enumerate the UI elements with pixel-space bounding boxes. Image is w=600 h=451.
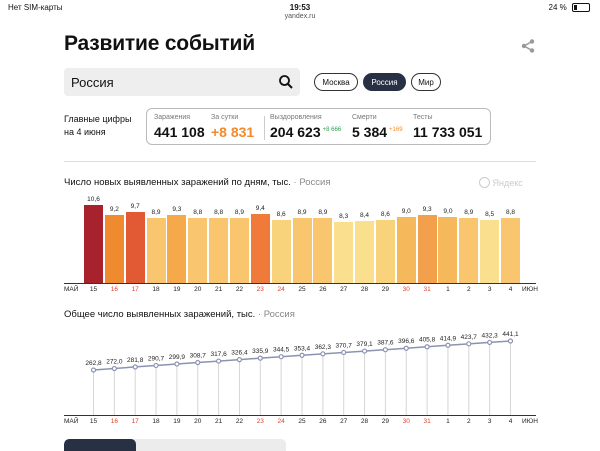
data-point-24[interactable]: [278, 354, 284, 360]
point-value-label: 353,4: [294, 345, 311, 352]
point-value-label: 405,8: [419, 337, 436, 344]
point-value-label: 326,4: [231, 350, 248, 357]
point-value-label: 441,1: [502, 331, 519, 338]
data-point-22[interactable]: [236, 357, 243, 363]
data-point-26[interactable]: [320, 351, 326, 357]
point-value-label: 414,9: [440, 335, 457, 342]
data-point-20[interactable]: [195, 359, 201, 366]
data-point-18[interactable]: [153, 362, 159, 369]
data-point-29[interactable]: [382, 347, 388, 353]
total-chart-axis: [64, 415, 536, 416]
x-tick-label: 27: [340, 418, 348, 425]
data-point-25[interactable]: [299, 352, 305, 358]
data-point-15[interactable]: [90, 367, 97, 373]
bottom-tab-inactive[interactable]: [136, 439, 286, 451]
month-start-label: МАЙ: [64, 418, 79, 425]
data-point-3[interactable]: [487, 339, 493, 346]
data-point-17[interactable]: [132, 364, 138, 370]
x-tick-label: 20: [194, 418, 202, 425]
x-tick-label: 17: [131, 418, 139, 425]
x-tick-label: 30: [402, 418, 410, 425]
point-value-label: 299,9: [169, 354, 186, 361]
x-tick-label: 4: [508, 418, 513, 425]
data-point-4[interactable]: [507, 338, 514, 344]
x-tick-label: 2: [466, 418, 471, 425]
data-point-28[interactable]: [361, 348, 368, 354]
point-value-label: 344,5: [273, 347, 290, 354]
data-point-21[interactable]: [216, 358, 222, 364]
data-point-30[interactable]: [403, 345, 409, 351]
point-value-label: 317,6: [210, 351, 227, 358]
point-value-label: 370,7: [336, 342, 353, 349]
x-tick-label: 3: [487, 418, 492, 425]
x-tick-label: 15: [89, 418, 98, 425]
data-point-31[interactable]: [424, 344, 430, 350]
total-cases-line-chart: 262,8 272,0 281,8 290,7 299,9 308,7 317,6 326,4…: [85, 331, 519, 415]
point-value-label: 423,7: [461, 334, 478, 341]
x-tick-label: 19: [173, 418, 181, 425]
x-tick-label: 26: [319, 418, 327, 425]
point-value-label: 281,8: [127, 357, 144, 364]
point-value-label: 379,1: [356, 341, 373, 348]
x-tick-label: 1: [446, 418, 450, 425]
data-point-19[interactable]: [174, 361, 180, 367]
x-tick-label: 16: [110, 418, 118, 425]
x-tick-label: 21: [214, 418, 223, 425]
point-value-label: 396,6: [398, 338, 415, 345]
data-point-16[interactable]: [111, 365, 117, 372]
x-tick-label: 28: [360, 418, 369, 425]
point-value-label: 432,3: [482, 332, 499, 339]
x-tick-label: 24: [277, 418, 285, 425]
bottom-tab-active[interactable]: [64, 439, 136, 451]
data-point-1[interactable]: [445, 342, 451, 348]
data-point-27[interactable]: [341, 349, 347, 356]
x-tick-label: 23: [256, 418, 264, 425]
point-value-label: 272,0: [106, 359, 123, 366]
point-value-label: 387,6: [377, 340, 394, 347]
point-value-label: 290,7: [148, 355, 165, 362]
x-tick-label: 25: [298, 418, 306, 425]
point-value-label: 308,7: [190, 353, 207, 360]
x-tick-label: 31: [423, 418, 431, 425]
bottom-tabs: [64, 439, 286, 451]
point-value-label: 262,8: [85, 360, 102, 367]
x-tick-label: 18: [152, 418, 160, 425]
point-value-label: 335,9: [252, 348, 269, 355]
data-point-2[interactable]: [466, 341, 472, 347]
point-value-label: 362,3: [315, 344, 332, 351]
x-tick-label: 29: [381, 418, 389, 425]
x-tick-label: 22: [235, 418, 244, 425]
month-end-label: ИЮН: [522, 418, 538, 425]
data-point-23[interactable]: [257, 355, 263, 361]
